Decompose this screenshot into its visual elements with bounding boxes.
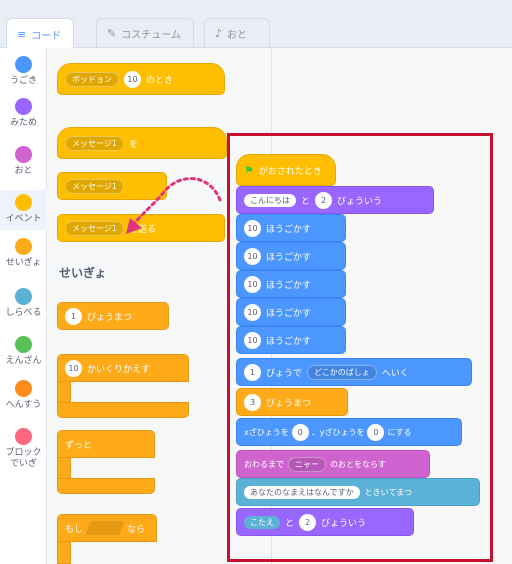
condition-slot[interactable]	[85, 521, 125, 535]
repeat-mouth	[57, 381, 71, 403]
repeat-value[interactable]: 10	[65, 359, 82, 377]
block-text: びょうまつ	[87, 312, 133, 323]
key-value[interactable]: 10	[124, 70, 141, 88]
category-label: うごき	[9, 76, 37, 86]
control-section-title: せいぎょ	[59, 266, 107, 280]
palette-forever-block[interactable]: ずっと	[57, 430, 155, 458]
palette-when-key-pressed-block[interactable]: ボッドョン 10 のとき	[57, 63, 225, 95]
message-dropdown[interactable]: メッセージ1	[65, 135, 124, 151]
drag-arrow-icon	[126, 177, 222, 234]
tab-sounds-label: おと	[227, 30, 248, 41]
palette-when-receive-block[interactable]: メッセージ1 を	[57, 127, 227, 159]
if-mouth	[57, 541, 71, 564]
forever-foot	[57, 478, 155, 494]
speaker-icon: ♪	[215, 27, 223, 40]
category-control[interactable]: せいぎょ	[0, 238, 47, 269]
block-text: なら	[127, 524, 146, 535]
category-label: みため	[9, 118, 37, 128]
highlight-frame	[227, 133, 493, 562]
category-looks[interactable]: みため	[0, 98, 47, 129]
category-label: ブロックでいぎ	[5, 448, 42, 469]
block-text: もし	[65, 524, 84, 535]
message-dropdown[interactable]: メッセージ1	[65, 178, 124, 194]
category-label: おと	[14, 166, 33, 176]
operators-dot-icon	[15, 336, 32, 353]
repeat-foot	[57, 402, 189, 418]
my-blocks-dot-icon	[15, 428, 32, 445]
category-menu: うごき みため おと イベント せいぎょ しらべる えんざん へんすう ブロック…	[0, 48, 47, 564]
category-sound[interactable]: おと	[0, 146, 47, 177]
key-dropdown[interactable]: ボッドョン	[65, 71, 119, 87]
tab-sounds[interactable]: ♪ おと	[204, 18, 270, 48]
category-label: イベント	[5, 214, 42, 224]
message-dropdown[interactable]: メッセージ1	[65, 220, 124, 236]
block-text: ずっと	[65, 440, 93, 451]
block-text: かいくりかえす	[87, 364, 151, 375]
category-motion[interactable]: うごき	[0, 56, 47, 87]
sensing-dot-icon	[15, 288, 32, 305]
motion-dot-icon	[15, 56, 32, 73]
category-operators[interactable]: えんざん	[0, 336, 47, 367]
palette-repeat-block[interactable]: 10 かいくりかえす	[57, 354, 189, 382]
code-icon: ≡	[17, 27, 27, 41]
tab-code-label: コード	[31, 30, 62, 42]
looks-dot-icon	[15, 98, 32, 115]
category-label: しらべる	[5, 308, 42, 318]
tab-costumes-label: コスチューム	[121, 30, 181, 41]
category-variables[interactable]: へんすう	[0, 380, 47, 411]
category-events[interactable]: イベント	[0, 190, 47, 230]
forever-mouth	[57, 457, 71, 479]
sound-dot-icon	[15, 146, 32, 163]
category-label: せいぎょ	[5, 258, 42, 268]
category-sensing[interactable]: しらべる	[0, 288, 47, 319]
category-label: えんざん	[5, 356, 42, 366]
control-dot-icon	[15, 238, 32, 255]
category-my-blocks[interactable]: ブロックでいぎ	[0, 428, 47, 470]
editor-tab-bar: ≡ コード ✎ コスチューム ♪ おと	[0, 0, 512, 49]
variables-dot-icon	[15, 380, 32, 397]
tab-costumes[interactable]: ✎ コスチューム	[96, 18, 194, 48]
wait-value[interactable]: 1	[65, 307, 82, 325]
brush-icon: ✎	[107, 27, 117, 40]
block-text: のとき	[146, 75, 174, 86]
events-dot-icon	[15, 194, 32, 211]
tab-code[interactable]: ≡ コード	[6, 18, 74, 49]
palette-wait-block[interactable]: 1 びょうまつ	[57, 302, 169, 330]
palette-if-block[interactable]: もし なら	[57, 514, 157, 542]
block-text: を	[128, 139, 138, 150]
category-label: へんすう	[5, 400, 42, 410]
scratch-editor: { "tabs": [ {"label": "コード", "icon": "co…	[0, 0, 512, 564]
